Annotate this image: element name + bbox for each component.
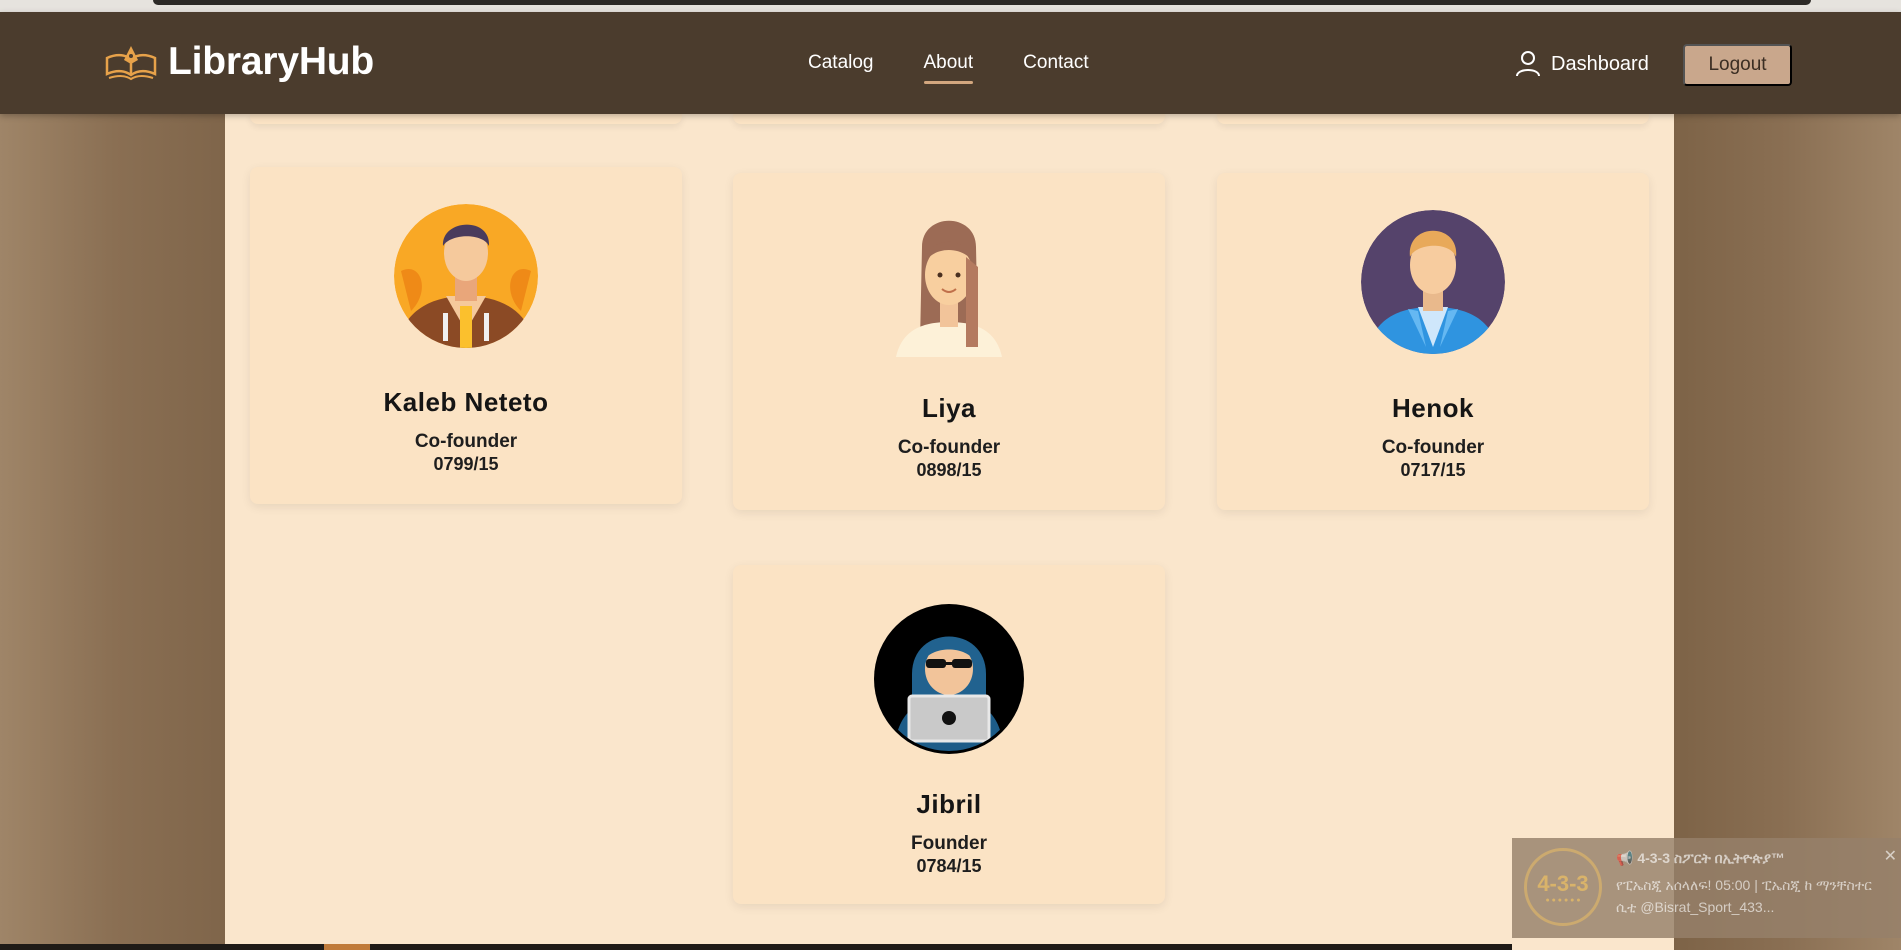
nav-link-about[interactable]: About — [923, 52, 973, 84]
previous-card-bottom — [733, 114, 1165, 124]
dashboard-link[interactable]: Dashboard — [1515, 50, 1649, 78]
team-card: Liya Co-founder 0898/15 — [733, 173, 1165, 510]
member-id: 0717/15 — [1400, 460, 1466, 480]
taskbar-active-marker — [324, 944, 370, 950]
team-card: Kaleb Neteto Co-founder 0799/15 — [250, 167, 682, 504]
dashboard-label: Dashboard — [1551, 52, 1649, 75]
member-role: Co-founder — [414, 431, 518, 452]
member-id: 0784/15 — [916, 856, 982, 876]
channel-logo-dots: ● ● ● ● ● ● — [1545, 896, 1581, 904]
member-name: Henok — [1392, 393, 1474, 423]
man-blazer-avatar — [1361, 210, 1505, 354]
woman-long-hair-avatar — [896, 220, 1002, 357]
previous-card-bottom — [250, 114, 682, 124]
member-role: Founder — [911, 833, 987, 854]
member-role: Co-founder — [897, 437, 1001, 458]
close-icon[interactable]: ✕ — [1884, 846, 1897, 866]
about-team-section: Kaleb Neteto Co-founder 0799/15 Liya Co-… — [225, 114, 1674, 950]
member-id: 0898/15 — [916, 460, 982, 480]
team-card: Henok Co-founder 0717/15 — [1217, 173, 1649, 510]
member-id: 0799/15 — [433, 454, 499, 474]
nav-link-catalog[interactable]: Catalog — [808, 52, 874, 74]
book-pen-icon — [105, 46, 157, 81]
channel-logo: 4-3-3 ● ● ● ● ● ● — [1524, 848, 1602, 926]
hacker-laptop-avatar — [874, 604, 1024, 754]
member-name: Kaleb Neteto — [383, 387, 549, 417]
channel-logo-text: 4-3-3 — [1537, 870, 1589, 896]
notification-title: 📢 4-3-3 ስፖርት በኢትዮጵያ™ — [1616, 850, 1785, 866]
logout-button[interactable]: Logout — [1683, 44, 1792, 86]
taskbar-strip — [0, 944, 1512, 950]
user-icon — [1516, 51, 1540, 77]
browser-top-strip-inner — [153, 0, 1811, 5]
main-nav: Catalog About Contact — [808, 52, 1139, 84]
nav-link-contact[interactable]: Contact — [1023, 52, 1088, 74]
previous-card-bottom — [1217, 114, 1649, 124]
member-name: Jibril — [916, 789, 982, 819]
team-card: Jibril Founder 0784/15 — [733, 565, 1165, 904]
man-hoodie-avatar — [394, 204, 538, 348]
browser-top-strip — [0, 0, 1901, 12]
member-name: Liya — [921, 393, 977, 423]
brand-name: LibraryHub — [168, 40, 375, 83]
brand-logo-link[interactable]: LibraryHub — [104, 40, 374, 84]
navbar: LibraryHub Catalog About Contact Dashboa… — [0, 12, 1901, 114]
member-role: Co-founder — [1381, 437, 1485, 458]
notification-body: የፒኤስጂ አሰላለፍ! 05:00 | ፒኤስጂ ከ ማንቸስተር ሲቲ @B… — [1616, 877, 1872, 915]
notification-popup[interactable]: 4-3-3 ● ● ● ● ● ● 📢 4-3-3 ስፖርት በኢትዮጵያ™ የ… — [1512, 838, 1901, 938]
